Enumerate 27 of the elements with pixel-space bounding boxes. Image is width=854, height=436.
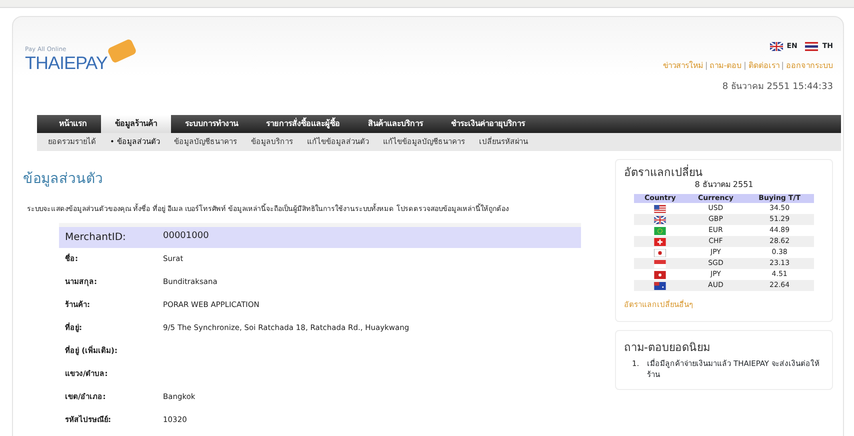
- nav-tab[interactable]: หน้าแรก: [45, 115, 101, 133]
- flag-icon: [654, 248, 666, 257]
- nav-tab[interactable]: ข้อมูลร้านค้า: [101, 115, 171, 133]
- flag-icon: [654, 204, 666, 213]
- logo[interactable]: THAIEPAY: [25, 54, 145, 72]
- nav-tab[interactable]: รายการสั่งซื้อและผู้ซื้อ: [252, 115, 354, 133]
- flag-icon: [654, 260, 666, 268]
- nav-tab[interactable]: สินค้าและบริการ: [354, 115, 437, 133]
- flag-icon: [805, 42, 818, 51]
- flag-icon: [654, 226, 666, 235]
- rate-date: 8 ธันวาคม 2551: [694, 179, 754, 192]
- nav-tab[interactable]: ระบบการทำงาน: [171, 115, 252, 133]
- field-label: MerchantID:: [64, 230, 127, 244]
- card-title: อัตราแลกเปลี่ยน: [624, 166, 703, 180]
- flag-icon: [654, 238, 666, 246]
- date-time: 8 ธันวาคม 2551 15:44:33: [721, 81, 833, 94]
- separator: |: [781, 60, 784, 70]
- flag-icon: [770, 42, 783, 51]
- flag-icon: [654, 282, 666, 290]
- nav-tab[interactable]: ชำระเงินค่าอายุบริการ: [437, 115, 539, 133]
- flag-icon: [654, 270, 666, 279]
- separator: |: [744, 60, 746, 70]
- page-title: ข้อมูลส่วนตัว: [23, 170, 104, 189]
- field-value: 00001000: [163, 230, 209, 244]
- card-title: ถาม-ตอบยอดนิยม: [624, 340, 711, 354]
- flag-icon: [654, 216, 666, 224]
- separator: |: [705, 60, 708, 70]
